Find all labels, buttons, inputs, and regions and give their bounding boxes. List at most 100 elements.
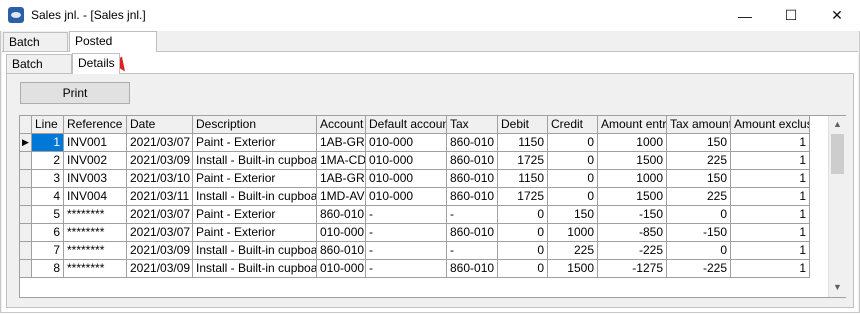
cell-credit[interactable]: 150 (548, 206, 598, 224)
cell-tax-amount[interactable]: 225 (667, 152, 731, 170)
column-header-date[interactable]: Date (127, 116, 193, 134)
cell-amount-exclusive[interactable]: 1 (731, 206, 810, 224)
cell-reference[interactable]: ******** (64, 260, 127, 278)
column-header-debit[interactable]: Debit (498, 116, 548, 134)
cell-date[interactable]: 2021/03/11 (127, 188, 193, 206)
cell-description[interactable]: Install - Built-in cupboard (193, 260, 317, 278)
cell-date[interactable]: 2021/03/10 (127, 170, 193, 188)
maximize-button[interactable]: ☐ (768, 0, 814, 31)
cell-reference[interactable]: INV002 (64, 152, 127, 170)
tab-details[interactable]: Details (72, 53, 120, 74)
cell-line[interactable]: 8 (32, 260, 64, 278)
tab-posted-batches[interactable]: Posted batches (69, 31, 157, 67)
cell-amount-entry[interactable]: -225 (598, 242, 667, 260)
column-header-reference[interactable]: Reference (64, 116, 127, 134)
cell-account[interactable]: 1AB-GRE (317, 134, 366, 152)
cell-tax[interactable]: - (447, 242, 498, 260)
cell-date[interactable]: 2021/03/09 (127, 260, 193, 278)
cell-default-account[interactable]: - (366, 224, 447, 242)
cell-amount-exclusive[interactable]: 1 (731, 242, 810, 260)
cell-tax[interactable]: 860-010 (447, 224, 498, 242)
cell-account[interactable]: 860-010 (317, 206, 366, 224)
cell-tax[interactable]: 860-010 (447, 170, 498, 188)
cell-default-account[interactable]: 010-000 (366, 134, 447, 152)
cell-credit[interactable]: 1000 (548, 224, 598, 242)
cell-description[interactable]: Paint - Exterior (193, 206, 317, 224)
scroll-down-icon[interactable]: ▼ (829, 279, 846, 296)
cell-reference[interactable]: INV003 (64, 170, 127, 188)
cell-amount-entry[interactable]: 1500 (598, 188, 667, 206)
column-header-amount-entry[interactable]: Amount entry (598, 116, 667, 134)
cell-account[interactable]: 010-000 (317, 224, 366, 242)
cell-amount-entry[interactable]: -850 (598, 224, 667, 242)
cell-amount-exclusive[interactable]: 1 (731, 152, 810, 170)
cell-amount-exclusive[interactable]: 1 (731, 134, 810, 152)
cell-line[interactable]: 2 (32, 152, 64, 170)
cell-account[interactable]: 010-000 (317, 260, 366, 278)
row-header[interactable] (20, 224, 32, 242)
cell-debit[interactable]: 1725 (498, 152, 548, 170)
column-header-default-account[interactable]: Default account (366, 116, 447, 134)
tab-inner-batch-entry[interactable]: Batch entry (6, 54, 72, 90)
minimize-button[interactable]: — (722, 0, 768, 31)
cell-reference[interactable]: INV001 (64, 134, 127, 152)
cell-tax-amount[interactable]: 150 (667, 170, 731, 188)
cell-amount-entry[interactable]: 1000 (598, 134, 667, 152)
row-header[interactable] (20, 260, 32, 278)
cell-description[interactable]: Install - Built-in cupboard (193, 188, 317, 206)
cell-default-account[interactable]: 010-000 (366, 152, 447, 170)
cell-reference[interactable]: INV004 (64, 188, 127, 206)
cell-reference[interactable]: ******** (64, 242, 127, 260)
cell-reference[interactable]: ******** (64, 206, 127, 224)
cell-default-account[interactable]: 010-000 (366, 188, 447, 206)
print-button[interactable]: Print (20, 82, 130, 104)
column-header-tax[interactable]: Tax (447, 116, 498, 134)
cell-debit[interactable]: 1150 (498, 170, 548, 188)
column-header-account[interactable]: Account (317, 116, 366, 134)
cell-account[interactable]: 1MA-CDS (317, 152, 366, 170)
cell-tax-amount[interactable]: -225 (667, 260, 731, 278)
cell-tax[interactable]: - (447, 206, 498, 224)
cell-tax-amount[interactable]: -150 (667, 224, 731, 242)
column-header-credit[interactable]: Credit (548, 116, 598, 134)
vertical-scrollbar[interactable]: ▲ ▼ (828, 116, 846, 297)
cell-credit[interactable]: 0 (548, 188, 598, 206)
cell-amount-exclusive[interactable]: 1 (731, 170, 810, 188)
row-header[interactable] (20, 242, 32, 260)
cell-amount-entry[interactable]: 1000 (598, 170, 667, 188)
cell-tax-amount[interactable]: 225 (667, 188, 731, 206)
row-header[interactable] (20, 170, 32, 188)
cell-amount-exclusive[interactable]: 1 (731, 224, 810, 242)
cell-description[interactable]: Install - Built-in cupboard (193, 242, 317, 260)
scroll-up-icon[interactable]: ▲ (829, 116, 846, 133)
cell-date[interactable]: 2021/03/07 (127, 134, 193, 152)
cell-description[interactable]: Paint - Exterior (193, 224, 317, 242)
cell-debit[interactable]: 1150 (498, 134, 548, 152)
tab-batch-entry[interactable]: Batch entry (3, 32, 68, 68)
cell-date[interactable]: 2021/03/07 (127, 206, 193, 224)
row-header[interactable]: ▶ (20, 134, 32, 152)
column-header-amount-exclusive[interactable]: Amount exclusive (731, 116, 810, 134)
cell-description[interactable]: Install - Built-in cupboard (193, 152, 317, 170)
cell-line[interactable]: 5 (32, 206, 64, 224)
cell-account[interactable]: 1AB-GRE (317, 170, 366, 188)
cell-account[interactable]: 1MD-AVI (317, 188, 366, 206)
close-button[interactable]: ✕ (814, 0, 860, 31)
cell-amount-entry[interactable]: -1275 (598, 260, 667, 278)
cell-amount-exclusive[interactable]: 1 (731, 260, 810, 278)
cell-credit[interactable]: 0 (548, 170, 598, 188)
cell-credit[interactable]: 0 (548, 152, 598, 170)
cell-description[interactable]: Paint - Exterior (193, 134, 317, 152)
cell-tax[interactable]: 860-010 (447, 134, 498, 152)
cell-line[interactable]: 3 (32, 170, 64, 188)
cell-date[interactable]: 2021/03/09 (127, 242, 193, 260)
cell-tax-amount[interactable]: 150 (667, 134, 731, 152)
cell-line[interactable]: 7 (32, 242, 64, 260)
cell-credit[interactable]: 0 (548, 134, 598, 152)
cell-date[interactable]: 2021/03/07 (127, 224, 193, 242)
cell-amount-exclusive[interactable]: 1 (731, 188, 810, 206)
cell-tax-amount[interactable]: 0 (667, 242, 731, 260)
cell-line[interactable]: 4 (32, 188, 64, 206)
cell-credit[interactable]: 1500 (548, 260, 598, 278)
cell-tax[interactable]: 860-010 (447, 188, 498, 206)
